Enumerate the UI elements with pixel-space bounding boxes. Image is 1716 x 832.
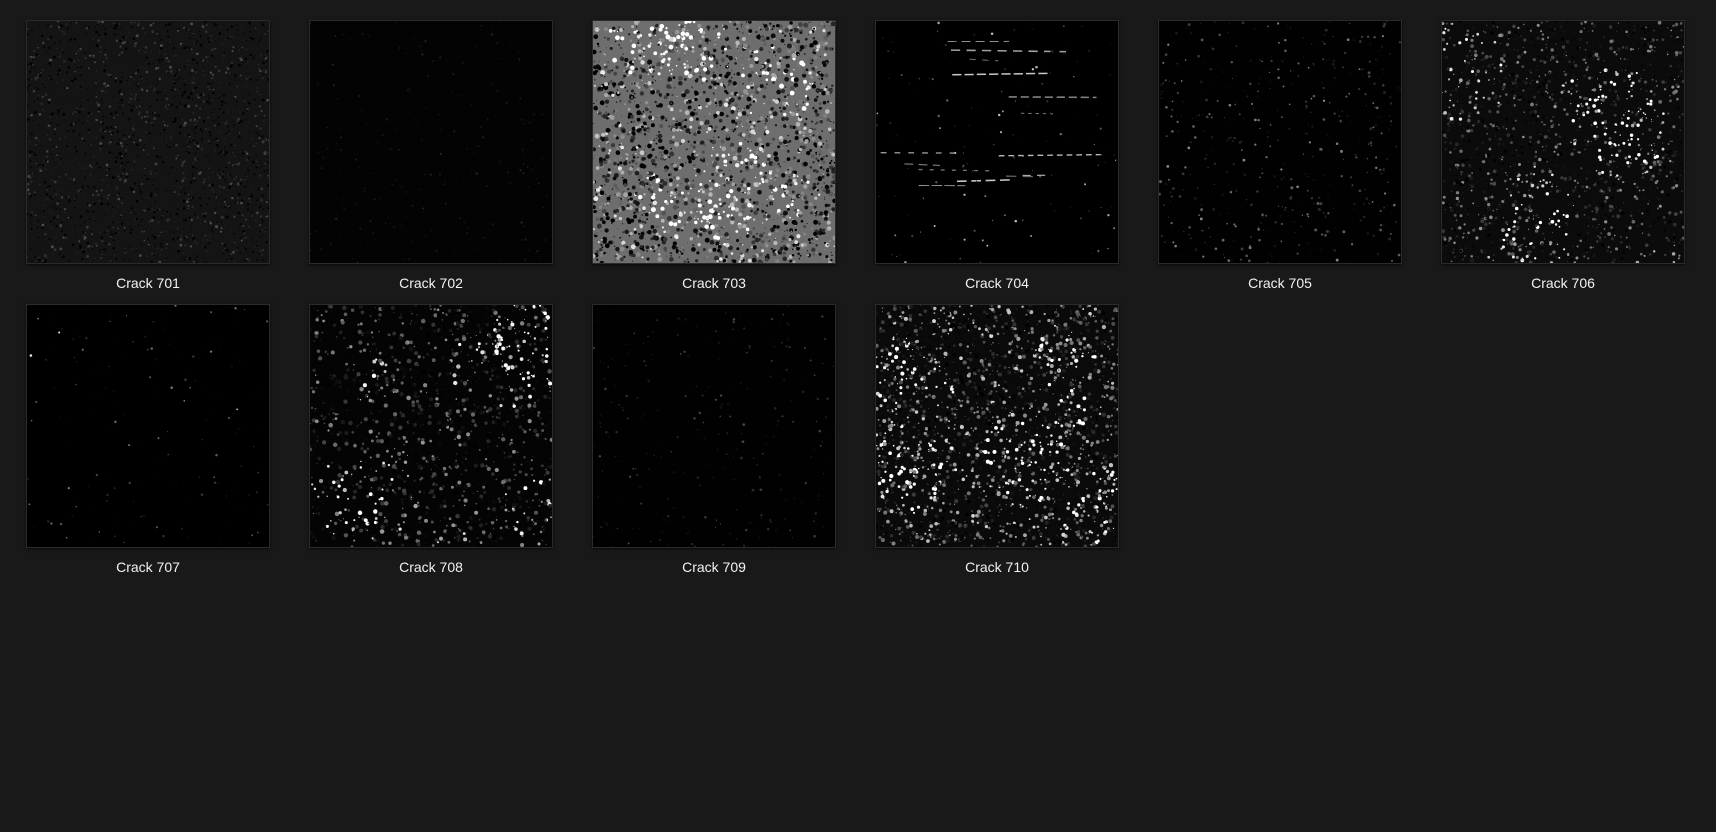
texture-thumbnail-image[interactable]	[1158, 20, 1402, 264]
texture-noise-graphic	[876, 21, 1118, 263]
file-browser-view: Crack 701 Crack 702 Crack 703 Crack 704 Crac…	[0, 0, 1716, 832]
texture-thumbnail-image[interactable]	[875, 304, 1119, 548]
thumbnail-item[interactable]: Crack 709	[592, 304, 836, 580]
texture-noise-graphic	[876, 305, 1118, 547]
texture-thumbnail-image[interactable]	[26, 20, 270, 264]
texture-thumbnail-image[interactable]	[309, 304, 553, 548]
thumbnail-label: Crack 710	[965, 559, 1029, 575]
thumbnail-label: Crack 708	[399, 559, 463, 575]
thumbnail-label: Crack 709	[682, 559, 746, 575]
thumbnail-item[interactable]: Crack 706	[1441, 20, 1685, 296]
texture-thumbnail-image[interactable]	[309, 20, 553, 264]
thumbnail-item[interactable]: Crack 703	[592, 20, 836, 296]
texture-noise-graphic	[27, 21, 269, 263]
texture-thumbnail-image[interactable]	[875, 20, 1119, 264]
texture-thumbnail-image[interactable]	[592, 20, 836, 264]
texture-thumbnail-image[interactable]	[592, 304, 836, 548]
thumbnail-item[interactable]: Crack 707	[26, 304, 270, 580]
texture-noise-graphic	[1159, 21, 1401, 263]
thumbnail-label: Crack 701	[116, 275, 180, 291]
texture-noise-graphic	[1442, 21, 1684, 263]
thumbnail-item[interactable]: Crack 702	[309, 20, 553, 296]
texture-thumbnail-image[interactable]	[26, 304, 270, 548]
thumbnail-item[interactable]: Crack 710	[875, 304, 1119, 580]
thumbnail-item[interactable]: Crack 701	[26, 20, 270, 296]
thumbnail-item[interactable]: Crack 704	[875, 20, 1119, 296]
thumbnail-label: Crack 704	[965, 275, 1029, 291]
thumbnail-label: Crack 705	[1248, 275, 1312, 291]
thumbnail-label: Crack 703	[682, 275, 746, 291]
texture-noise-graphic	[310, 21, 552, 263]
texture-thumbnail-image[interactable]	[1441, 20, 1685, 264]
thumbnail-grid: Crack 701 Crack 702 Crack 703 Crack 704 Crac…	[26, 20, 1685, 580]
thumbnail-item[interactable]: Crack 708	[309, 304, 553, 580]
thumbnail-label: Crack 702	[399, 275, 463, 291]
thumbnail-item[interactable]: Crack 705	[1158, 20, 1402, 296]
texture-noise-graphic	[27, 305, 269, 547]
thumbnail-label: Crack 706	[1531, 275, 1595, 291]
texture-noise-graphic	[310, 305, 552, 547]
texture-noise-graphic	[593, 305, 835, 547]
thumbnail-label: Crack 707	[116, 559, 180, 575]
texture-noise-graphic	[593, 21, 835, 263]
